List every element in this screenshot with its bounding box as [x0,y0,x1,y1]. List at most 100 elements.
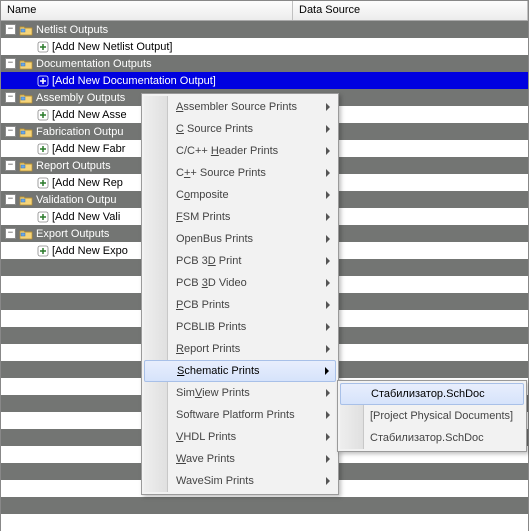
collapse-icon[interactable] [5,24,16,35]
menu-label: Assembler Source Prints [176,101,297,113]
menu-item[interactable]: Assembler Source Prints [144,96,336,118]
group-label: Netlist Outputs [36,24,108,36]
add-label: [Add New Rep [52,177,123,189]
group-row[interactable]: Netlist Outputs [1,21,528,38]
submenu-arrow-icon [326,345,330,353]
add-output-row[interactable]: [Add New Documentation Output] [1,72,528,89]
menu-item[interactable]: Software Platform Prints [144,404,336,426]
add-label: [Add New Netlist Output] [52,41,172,53]
add-icon [37,177,49,189]
collapse-icon[interactable] [5,194,16,205]
menu-label: Report Prints [176,343,240,355]
submenu-arrow-icon [326,477,330,485]
menu-item[interactable]: C++ Source Prints [144,162,336,184]
submenu-arrow-icon [326,433,330,441]
menu-label: PCB 3D Print [176,255,241,267]
menu-item[interactable]: C Source Prints [144,118,336,140]
header-source[interactable]: Data Source [293,1,528,20]
menu-item[interactable]: PCB 3D Video [144,272,336,294]
submenu-arrow-icon [326,279,330,287]
menu-label: C++ Source Prints [176,167,266,179]
column-header: Name Data Source [1,1,528,21]
menu-label: OpenBus Prints [176,233,253,245]
menu-label: PCB 3D Video [176,277,247,289]
folder-icon [19,58,33,70]
group-label: Assembly Outputs [36,92,125,104]
menu-item[interactable]: Composite [144,184,336,206]
folder-icon [19,24,33,36]
submenu-item[interactable]: [Project Physical Documents] [340,405,524,427]
submenu-label: [Project Physical Documents] [370,410,513,422]
submenu-arrow-icon [326,125,330,133]
add-icon [37,143,49,155]
menu-label: C Source Prints [176,123,253,135]
group-label: Documentation Outputs [36,58,152,70]
menu-label: PCBLIB Prints [176,321,246,333]
group-label: Export Outputs [36,228,109,240]
folder-icon [19,126,33,138]
collapse-icon[interactable] [5,160,16,171]
submenu-arrow-icon [326,389,330,397]
submenu-arrow-icon [326,103,330,111]
menu-item[interactable]: WaveSim Prints [144,470,336,492]
group-label: Validation Outpu [36,194,117,206]
submenu-arrow-icon [326,213,330,221]
menu-label: Software Platform Prints [176,409,295,421]
add-label: [Add New Vali [52,211,120,223]
menu-label: C/C++ Header Prints [176,145,278,157]
menu-label: Wave Prints [176,453,235,465]
submenu-arrow-icon [326,235,330,243]
submenu-arrow-icon [326,411,330,419]
context-menu: Assembler Source Prints C Source Prints C/… [141,93,339,495]
submenu-item[interactable]: Стабилизатор.SchDoc [340,383,524,405]
menu-label: WaveSim Prints [176,475,254,487]
collapse-icon[interactable] [5,92,16,103]
submenu-arrow-icon [326,147,330,155]
header-name[interactable]: Name [1,1,293,20]
menu-label: PCB Prints [176,299,230,311]
submenu-arrow-icon [326,323,330,331]
menu-label: Schematic Prints [177,365,260,377]
submenu-label: Стабилизатор.SchDoc [371,388,485,400]
folder-icon [19,160,33,172]
menu-label: VHDL Prints [176,431,236,443]
folder-icon [19,194,33,206]
menu-item[interactable]: Report Prints [144,338,336,360]
collapse-icon[interactable] [5,58,16,69]
submenu-item[interactable]: Стабилизатор.SchDoc [340,427,524,449]
menu-item[interactable]: VHDL Prints [144,426,336,448]
add-icon [37,211,49,223]
add-icon [37,41,49,53]
add-label: [Add New Fabr [52,143,125,155]
menu-label: SimView Prints [176,387,250,399]
menu-item[interactable]: PCB 3D Print [144,250,336,272]
add-label: [Add New Documentation Output] [52,75,216,87]
menu-item[interactable]: OpenBus Prints [144,228,336,250]
folder-icon [19,92,33,104]
add-icon [37,245,49,257]
add-label: [Add New Asse [52,109,127,121]
submenu-arrow-icon [326,191,330,199]
context-submenu: Стабилизатор.SchDoc [Project Physical Doc… [337,380,527,452]
group-label: Report Outputs [36,160,111,172]
add-output-row[interactable]: [Add New Netlist Output] [1,38,528,55]
menu-item[interactable]: C/C++ Header Prints [144,140,336,162]
add-icon [37,75,49,87]
submenu-arrow-icon [326,301,330,309]
menu-item[interactable]: PCBLIB Prints [144,316,336,338]
folder-icon [19,228,33,240]
submenu-label: Стабилизатор.SchDoc [370,432,484,444]
menu-label: Composite [176,189,229,201]
submenu-arrow-icon [326,455,330,463]
menu-item[interactable]: PCB Prints [144,294,336,316]
add-label: [Add New Expo [52,245,128,257]
menu-item[interactable]: SimView Prints [144,382,336,404]
group-label: Fabrication Outpu [36,126,123,138]
collapse-icon[interactable] [5,126,16,137]
menu-item[interactable]: Schematic Prints [144,360,336,382]
menu-item[interactable]: Wave Prints [144,448,336,470]
menu-item[interactable]: FSM Prints [144,206,336,228]
submenu-arrow-icon [326,257,330,265]
group-row[interactable]: Documentation Outputs [1,55,528,72]
collapse-icon[interactable] [5,228,16,239]
